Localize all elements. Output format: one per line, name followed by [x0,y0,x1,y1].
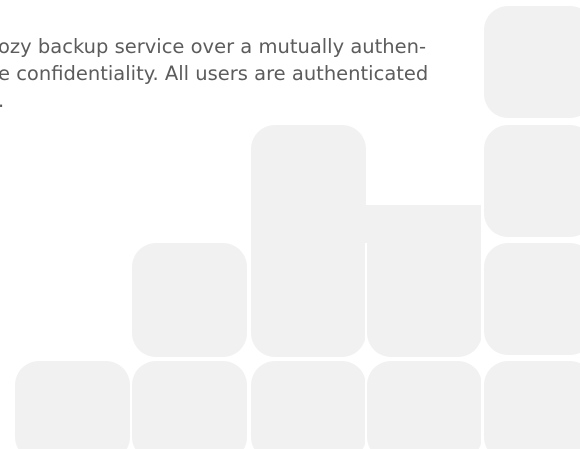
tile [484,125,580,237]
body-text-line: . [0,87,518,114]
tile [484,243,580,355]
tile [132,361,247,449]
tile [484,361,580,449]
tile [367,361,482,449]
tile [367,243,482,357]
tile [251,361,366,449]
tile [132,243,247,357]
body-text-line: ozy backup service over a mutually authe… [0,35,427,58]
body-text-line: e confidentiality. All users are authent… [0,62,429,85]
tile [251,243,366,357]
tile [15,361,130,449]
body-paragraph: ozy backup service over a mutually authe… [0,33,518,114]
